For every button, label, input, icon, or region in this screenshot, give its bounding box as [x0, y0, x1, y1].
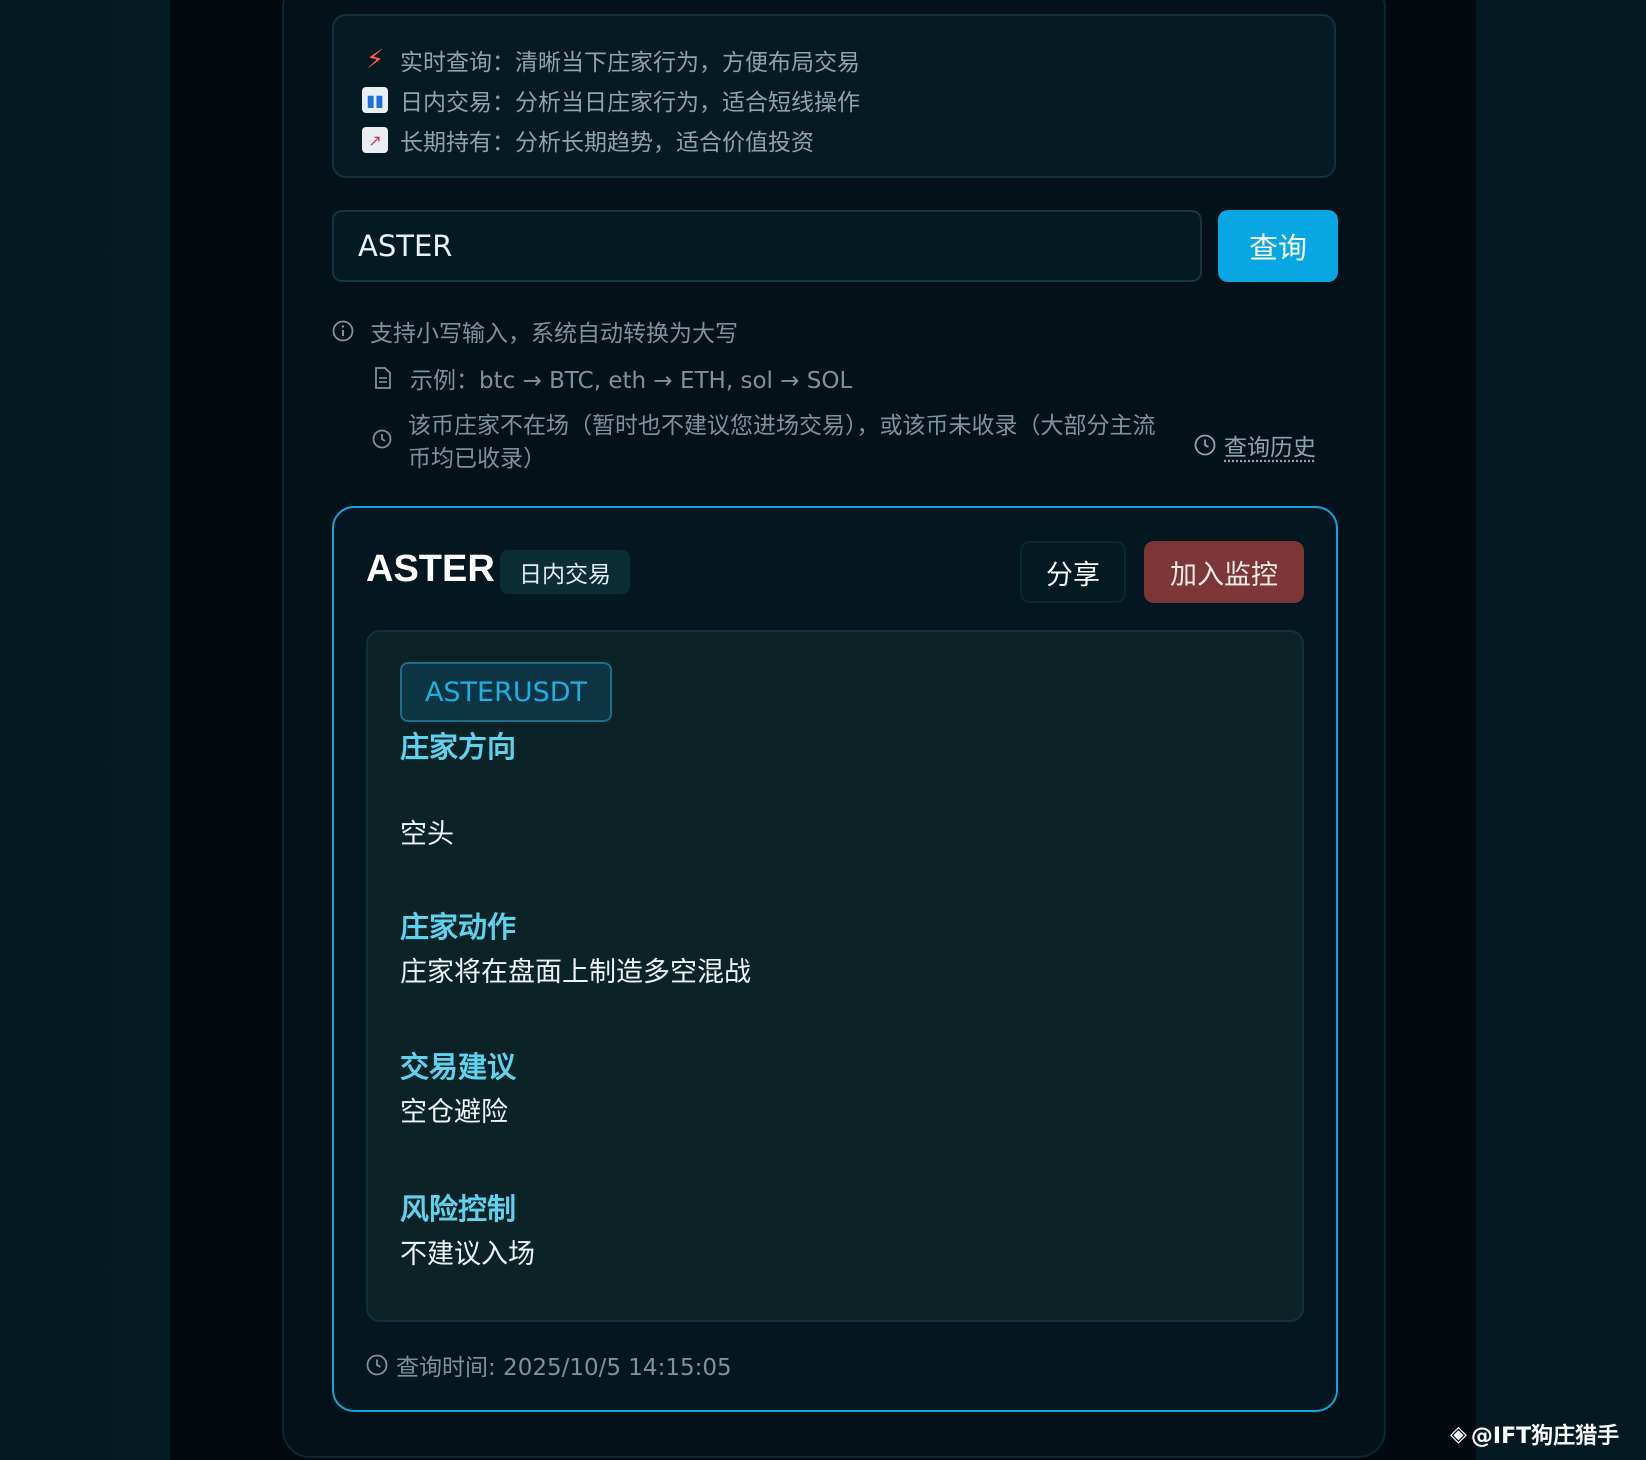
trend-chart-icon: ↗ [362, 127, 388, 153]
section-label-advice: 交易建议 [400, 1050, 517, 1084]
bar-chart-icon: ▮▮ [362, 87, 388, 113]
document-icon [372, 367, 394, 389]
left-side-panel [170, 0, 282, 1460]
trading-pair-tag: ASTERUSDT [400, 662, 612, 722]
section-value-direction: 空头 [400, 819, 454, 850]
tip-text: 日内交易：分析当日庄家行为，适合短线操作 [400, 90, 860, 116]
clock-icon [366, 1354, 388, 1376]
hint-uppercase: 支持小写输入，系统自动转换为大写 [332, 314, 738, 348]
watermark-text: @IFT狗庄猎手 [1470, 1424, 1620, 1449]
tip-text: 长期持有：分析长期趋势，适合价值投资 [400, 130, 814, 156]
section-value-advice: 空仓避险 [400, 1097, 508, 1128]
hint-text: 示例：btc → BTC, eth → ETH, sol → SOL [410, 368, 853, 394]
tip-longterm: ↗ 长期持有：分析长期趋势，适合价值投资 [362, 120, 1306, 160]
info-icon [332, 320, 354, 342]
tip-text: 实时查询：清晰当下庄家行为，方便布局交易 [400, 50, 860, 76]
hint-example: 示例：btc → BTC, eth → ETH, sol → SOL [372, 361, 852, 395]
tips-box: ⚡ 实时查询：清晰当下庄家行为，方便布局交易 ▮▮ 日内交易：分析当日庄家行为，… [332, 14, 1336, 178]
tip-realtime: ⚡ 实时查询：清晰当下庄家行为，方便布局交易 [362, 40, 1306, 80]
hint-text: 该币庄家不在场（暂时也不建议您进场交易），或该币未收录（大部分主流币均已收录） [408, 413, 1156, 472]
binance-logo-icon: ◈ [1450, 1421, 1467, 1447]
clock-icon [1194, 434, 1216, 456]
hint-text: 支持小写输入，系统自动转换为大写 [370, 321, 738, 347]
section-label-action: 庄家动作 [400, 910, 517, 944]
section-value-action: 庄家将在盘面上制造多空混战 [400, 957, 751, 988]
query-button[interactable]: 查询 [1218, 210, 1338, 282]
query-time-text: 查询时间: 2025/10/5 14:15:05 [396, 1355, 732, 1381]
watermark: ◈ @IFT狗庄猎手 [1450, 1418, 1619, 1450]
result-symbol: ASTER [366, 548, 495, 590]
history-link-text[interactable]: 查询历史 [1224, 428, 1316, 462]
query-history-link[interactable]: 查询历史 [1194, 428, 1316, 462]
tip-intraday: ▮▮ 日内交易：分析当日庄家行为，适合短线操作 [362, 80, 1306, 120]
share-button[interactable]: 分享 [1020, 541, 1126, 603]
symbol-search-input[interactable] [332, 210, 1202, 282]
mode-badge: 日内交易 [500, 550, 630, 594]
lightning-icon: ⚡ [365, 45, 385, 75]
add-monitor-button[interactable]: 加入监控 [1144, 541, 1304, 603]
section-value-risk: 不建议入场 [400, 1239, 535, 1270]
clock-icon [372, 428, 392, 450]
section-label-direction: 庄家方向 [400, 730, 517, 764]
right-side-panel [1386, 0, 1452, 1460]
section-label-risk: 风险控制 [400, 1192, 517, 1226]
query-time: 查询时间: 2025/10/5 14:15:05 [366, 1348, 732, 1382]
hint-not-listed: 该币庄家不在场（暂时也不建议您进场交易），或该币未收录（大部分主流币均已收录） [372, 410, 1172, 476]
